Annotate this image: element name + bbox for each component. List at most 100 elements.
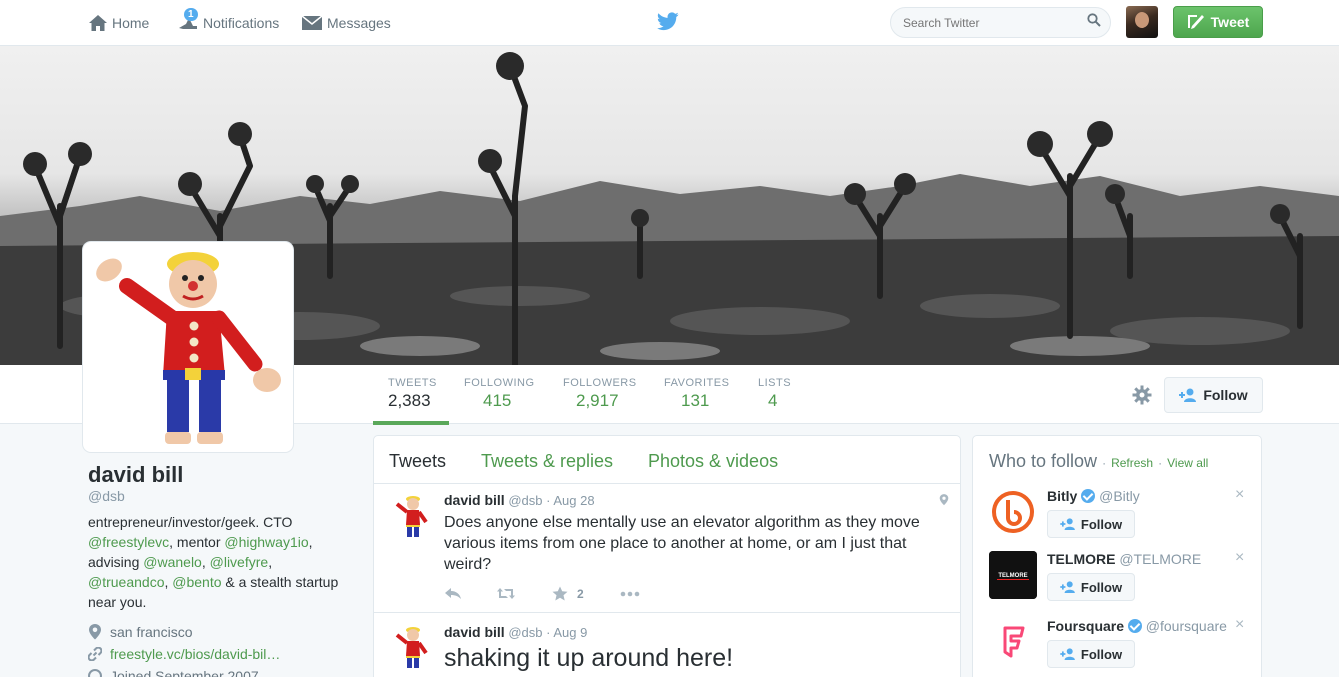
foursquare-logo[interactable] <box>989 618 1037 666</box>
stat-followers[interactable]: FOLLOWERS 2,917 <box>563 377 637 411</box>
stat-following[interactable]: FOLLOWING 415 <box>464 377 535 411</box>
tweet-avatar[interactable] <box>388 623 436 671</box>
tab-tweets-and-replies[interactable]: Tweets & replies <box>481 451 613 472</box>
suggestion-handle[interactable]: @foursquare <box>1146 618 1227 634</box>
tab-tweets[interactable]: Tweets <box>389 451 446 472</box>
bio-link-bento[interactable]: @bento <box>172 574 221 590</box>
gear-icon[interactable] <box>1132 385 1152 405</box>
tweet-author-handle[interactable]: @dsb <box>508 493 542 508</box>
follow-bitly-button[interactable]: Follow <box>1047 510 1135 538</box>
website-link[interactable]: freestyle.vc/bios/david-bil… <box>110 646 280 662</box>
stat-following-value: 415 <box>483 391 512 410</box>
dismiss-suggestion-icon[interactable]: × <box>1235 549 1244 567</box>
nav-messages-label: Messages <box>327 15 391 31</box>
location-pin-icon <box>89 624 101 640</box>
nav-messages[interactable]: Messages <box>301 12 391 34</box>
twitter-bird-logo[interactable] <box>657 12 679 31</box>
location-pin-icon[interactable] <box>939 493 949 506</box>
mr-bill-figure <box>87 246 289 448</box>
favorite-count: 2 <box>577 586 584 601</box>
suggestion-name-row: TELMORE @TELMORE <box>1047 551 1201 567</box>
suggestion-name[interactable]: Bitly <box>1047 488 1077 504</box>
tab-photos-and-videos[interactable]: Photos & videos <box>648 451 778 472</box>
compose-tweet-button[interactable]: Tweet <box>1173 6 1263 38</box>
tweet-item[interactable]: david bill @dsb · Aug 28 Does anyone els… <box>374 484 960 613</box>
tweet-text: shaking it up around here! <box>444 644 734 672</box>
telmore-logo-text: TELMORE <box>998 573 1027 579</box>
bio-link-livefyre[interactable]: @livefyre <box>210 554 269 570</box>
bio-line: @trueandco, @bento & a stealth startup <box>88 572 358 592</box>
bio-link-wanelo[interactable]: @wanelo <box>143 554 202 570</box>
tweet-item[interactable]: david bill @dsb · Aug 9 shaking it up ar… <box>374 613 960 677</box>
profile-location: san francisco <box>88 623 192 640</box>
tweet-separator: · <box>546 493 551 508</box>
view-all-link[interactable]: View all <box>1167 456 1208 470</box>
who-to-follow-title: Who to follow <box>989 451 1098 471</box>
follow-foursquare-button[interactable]: Follow <box>1047 640 1135 668</box>
profile-avatar[interactable] <box>83 242 293 452</box>
suggestion-name-row: Bitly @Bitly <box>1047 488 1140 504</box>
bitly-logo[interactable] <box>989 488 1037 536</box>
dismiss-suggestion-icon[interactable]: × <box>1235 486 1244 504</box>
search-icon[interactable] <box>1087 13 1101 27</box>
follow-label: Follow <box>1080 579 1123 595</box>
nav-notifications[interactable]: 1 Notifications <box>177 8 280 34</box>
bitly-logo-graphic <box>989 488 1037 536</box>
bio-link-highway1io[interactable]: @highway1io <box>224 534 308 550</box>
who-to-follow-panel: Who to follow · Refresh · View all Bitly… <box>972 435 1262 677</box>
profile-name: david bill <box>88 462 184 487</box>
follow-button[interactable]: Follow <box>1164 377 1263 413</box>
follow-label: Follow <box>1080 646 1123 662</box>
bio-text: & a stealth startup <box>221 574 339 590</box>
stat-followers-label: FOLLOWERS <box>563 377 637 389</box>
bio-line: @freestylevc, mentor @highway1io, <box>88 532 358 552</box>
reply-icon[interactable] <box>444 587 462 600</box>
bio-text: near you. <box>88 594 147 610</box>
current-user-avatar[interactable] <box>1126 6 1158 38</box>
header-separator: · <box>1102 456 1107 470</box>
bio-text: , mentor <box>169 534 225 550</box>
retweet-icon[interactable] <box>496 587 516 600</box>
suggestion-name-row: Foursquare @foursquare <box>1047 618 1227 634</box>
bio-text: , <box>308 534 313 550</box>
suggestion-handle[interactable]: @TELMORE <box>1119 551 1201 567</box>
favorite-star-icon[interactable] <box>552 586 568 601</box>
bio-line: entrepreneur/investor/geek. CTO <box>88 512 358 532</box>
header-separator: · <box>1158 456 1163 470</box>
nav-home[interactable]: Home <box>88 12 149 34</box>
follow-label: Follow <box>1080 516 1123 532</box>
suggestion-handle[interactable]: @Bitly <box>1099 488 1140 504</box>
tweet-avatar[interactable] <box>388 492 436 540</box>
follow-user-icon <box>1060 648 1075 660</box>
top-nav-bar: Home 1 Notifications Messages Tweet <box>0 0 1339 46</box>
tweet-author-name[interactable]: david bill <box>444 492 505 508</box>
bio-link-trueandco[interactable]: @trueandco <box>88 574 164 590</box>
telmore-logo[interactable]: TELMORE <box>989 551 1037 599</box>
tweet-header: david bill @dsb · Aug 9 <box>444 624 587 640</box>
stat-favorites[interactable]: FAVORITES 131 <box>664 377 729 411</box>
notifications-badge: 1 <box>184 8 198 21</box>
tweet-date[interactable]: Aug 28 <box>553 493 594 508</box>
tweet-actions: 2 <box>444 586 640 601</box>
bio-line: near you. <box>88 592 358 612</box>
suggestion-name[interactable]: TELMORE <box>1047 551 1115 567</box>
messages-icon <box>301 15 323 30</box>
nav-notifications-label: Notifications <box>203 15 280 31</box>
stat-tweets[interactable]: TWEETS 2,383 <box>388 377 437 411</box>
follow-telmore-button[interactable]: Follow <box>1047 573 1135 601</box>
tweet-date[interactable]: Aug 9 <box>553 625 587 640</box>
refresh-link[interactable]: Refresh <box>1111 456 1153 470</box>
bio-link-freestylevc[interactable]: @freestylevc <box>88 534 169 550</box>
search-input[interactable] <box>890 7 1111 38</box>
stat-lists[interactable]: LISTS 4 <box>758 377 791 411</box>
stat-lists-value: 4 <box>768 391 778 410</box>
profile-handle: @dsb <box>88 488 125 504</box>
dismiss-suggestion-icon[interactable]: × <box>1235 616 1244 634</box>
suggestion-name[interactable]: Foursquare <box>1047 618 1124 634</box>
more-options-icon[interactable] <box>620 591 640 597</box>
home-icon <box>89 15 107 31</box>
tweet-author-name[interactable]: david bill <box>444 624 505 640</box>
stat-favorites-label: FAVORITES <box>664 377 730 389</box>
joined-text: Joined September 2007 <box>110 668 259 677</box>
tweet-author-handle[interactable]: @dsb <box>508 625 542 640</box>
